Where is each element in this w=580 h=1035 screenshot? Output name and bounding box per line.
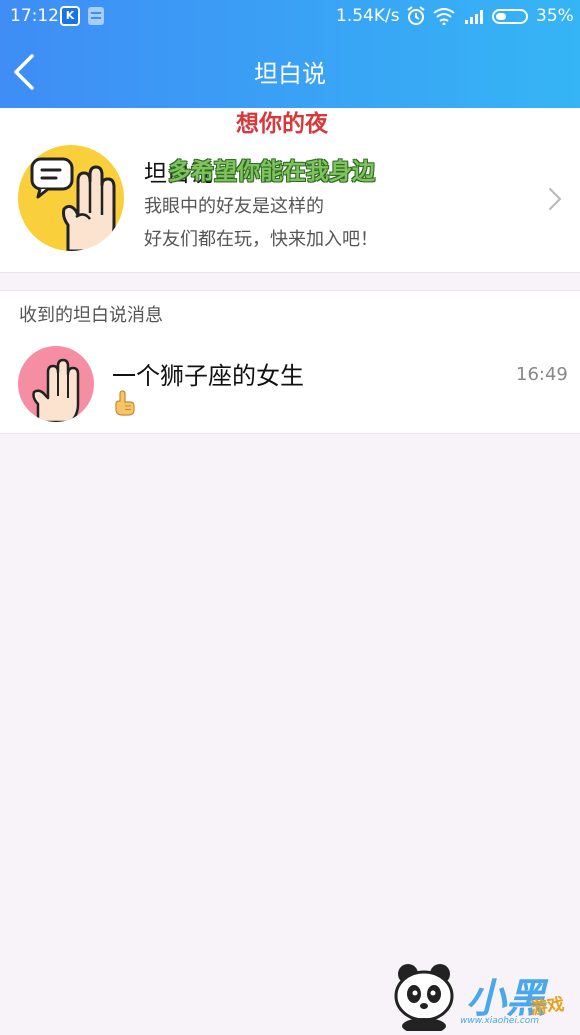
message-time: 16:49: [516, 364, 568, 385]
watermark-sub: 游戏: [529, 994, 566, 1020]
feature-description-line-2: 好友们都在玩，快来加入吧！: [144, 229, 378, 250]
section-title: 收到的坦白说消息: [19, 305, 163, 326]
lyric-overlay-line-2: 多希望你能在我身边: [168, 159, 375, 185]
avatar: [18, 346, 94, 422]
section-header: 收到的坦白说消息: [0, 290, 580, 335]
message-row[interactable]: 一个狮子座的女生 16:49: [0, 334, 580, 434]
battery-level: [496, 13, 506, 20]
feature-description-line-1: 我眼中的好友是这样的: [144, 196, 324, 217]
finger-up-emoji-icon: [112, 390, 136, 416]
status-time: 17:12: [10, 6, 59, 26]
alarm-icon: [406, 5, 426, 32]
wifi-icon: [432, 7, 456, 30]
page-title: 坦白说: [254, 60, 326, 88]
notification-icon: [88, 7, 104, 25]
app-icon: K: [60, 6, 80, 26]
battery-icon: [492, 9, 528, 24]
chevron-right-icon: [547, 186, 563, 216]
message-sender: 一个狮子座的女生: [112, 362, 304, 390]
app-header: 17:12 K 1.54K/s 35% 坦白说: [0, 0, 580, 108]
network-speed: 1.54K/s: [336, 6, 400, 26]
lyric-overlay-line-1: 想你的夜: [236, 111, 328, 137]
watermark-url: www.xiaohei.com: [460, 1016, 540, 1026]
hand-chat-icon: [18, 145, 124, 251]
signal-icon: [464, 8, 486, 29]
battery-percent: 35%: [536, 6, 574, 26]
panda-mascot-icon: [394, 964, 454, 1034]
status-bar: 17:12 K 1.54K/s 35%: [0, 0, 580, 34]
